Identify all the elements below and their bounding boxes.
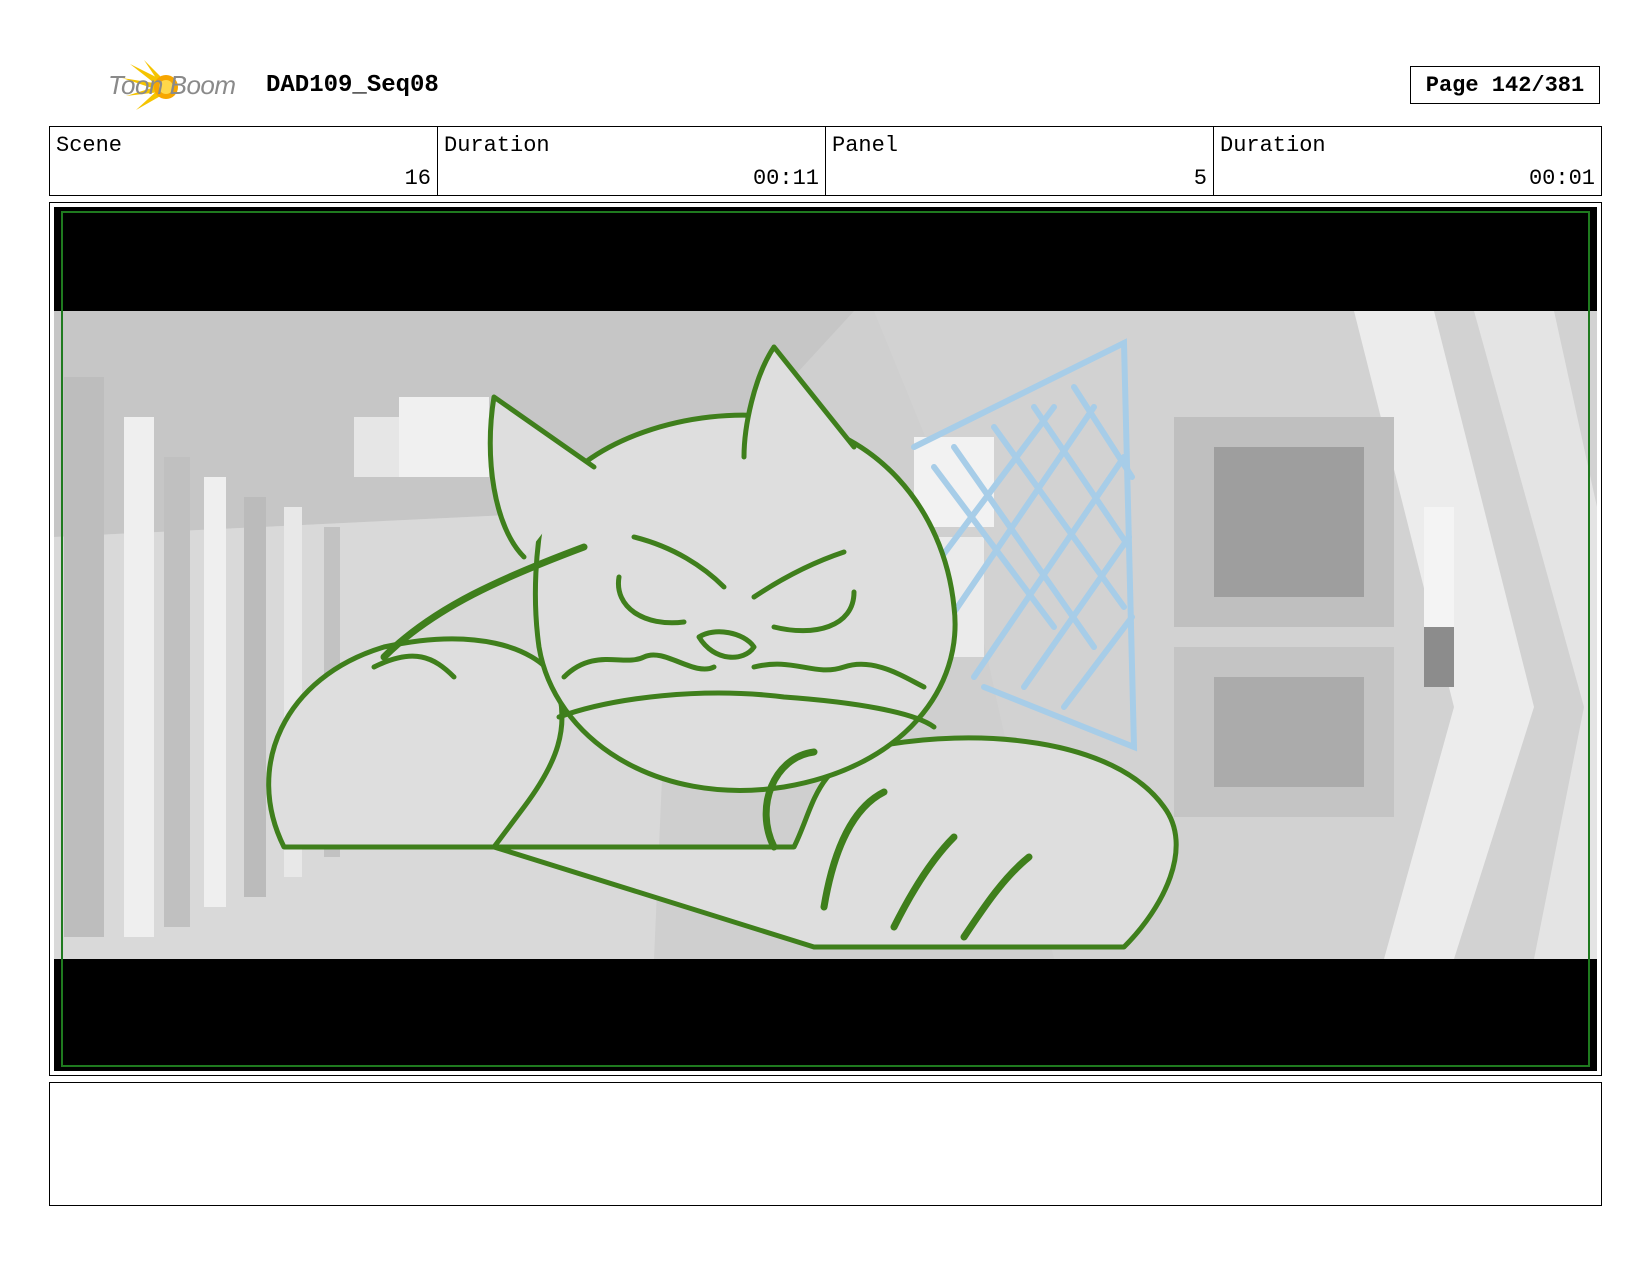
panel-label: Panel [832, 133, 899, 158]
storyboard-drawing [54, 207, 1597, 1071]
page-number: Page 142/381 [1410, 66, 1600, 104]
scene-cell: Scene 16 [50, 127, 438, 195]
panel-value: 5 [1193, 166, 1207, 191]
scene-value: 16 [404, 166, 431, 191]
panel-frame [49, 202, 1602, 1076]
panel-cell: Panel 5 [826, 127, 1214, 195]
sequence-title: DAD109_Seq08 [266, 72, 439, 99]
logo-text: Toon Boom [108, 70, 236, 100]
panel-info-row: Scene 16 Duration 00:11 Panel 5 Duration… [49, 126, 1602, 196]
scene-duration-cell: Duration 00:11 [438, 127, 826, 195]
panel-duration-cell: Duration 00:01 [1214, 127, 1601, 195]
panel-duration-value: 00:01 [1528, 166, 1595, 191]
scene-label: Scene [56, 133, 123, 158]
scene-duration-value: 00:11 [752, 166, 819, 191]
notes-box [49, 1082, 1602, 1206]
scene-duration-label: Duration [444, 133, 550, 158]
panel-duration-label: Duration [1220, 133, 1326, 158]
